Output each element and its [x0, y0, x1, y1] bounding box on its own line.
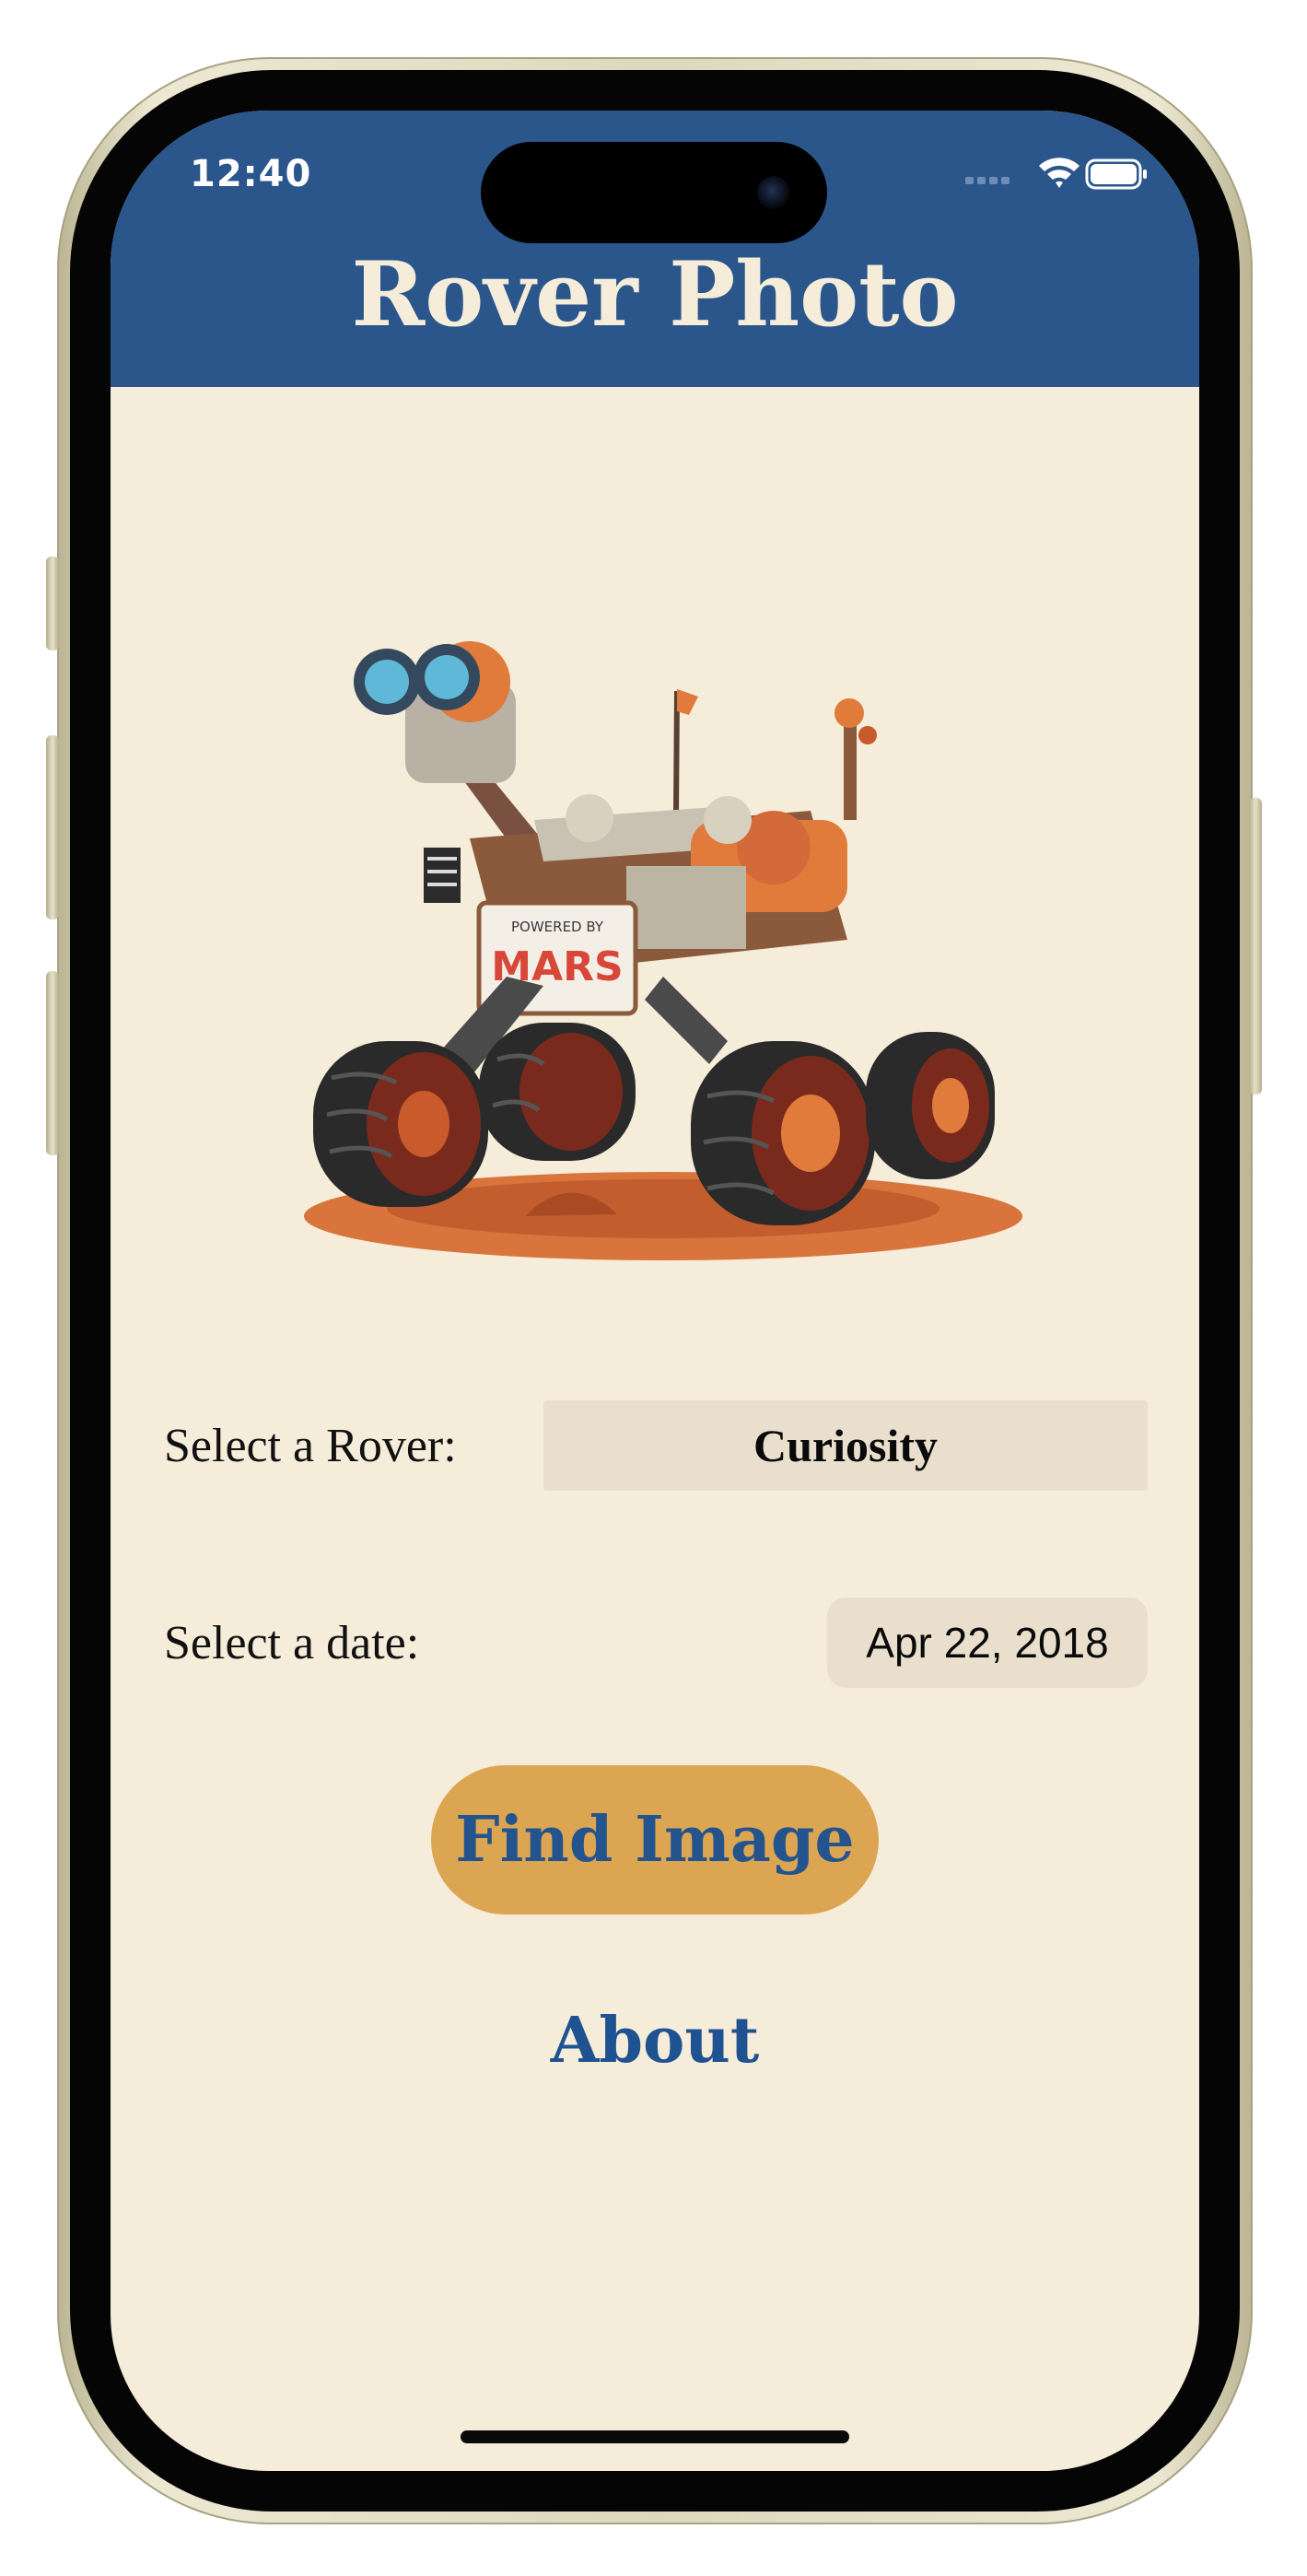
- rover-illustration: POWERED BY MARS: [304, 641, 1022, 1260]
- battery-icon: [1085, 158, 1147, 190]
- power-button: [1249, 798, 1262, 1095]
- status-time: 12:40: [190, 153, 312, 195]
- volume-up-button: [46, 735, 59, 919]
- dynamic-island: [481, 142, 827, 243]
- title-bar: 12:40 Rover Photo: [111, 111, 1199, 387]
- signal-icon: [965, 177, 1009, 184]
- app-screen: 12:40 Rover Photo POWERED BY MARS Select…: [111, 111, 1199, 2471]
- wheel-mid-left: [479, 1023, 636, 1161]
- about-link[interactable]: About: [111, 1999, 1199, 2082]
- wheel-front-right: [691, 1041, 875, 1225]
- home-indicator[interactable]: [461, 2430, 849, 2443]
- find-image-button[interactable]: Find Image: [431, 1765, 879, 1914]
- wheel-rear-right: [866, 1032, 995, 1179]
- front-camera-icon: [757, 176, 790, 209]
- action-button: [46, 556, 59, 650]
- status-icons: [965, 158, 1147, 190]
- date-picker-button[interactable]: Apr 22, 2018: [827, 1598, 1148, 1688]
- wheel-rear-left: [313, 1041, 488, 1207]
- date-label: Select a date:: [164, 1617, 420, 1669]
- page-title: Rover Photo: [351, 242, 959, 346]
- wifi-icon: [1039, 158, 1079, 188]
- badge-small-text: POWERED BY: [511, 919, 604, 935]
- rover-label: Select a Rover:: [164, 1420, 457, 1472]
- volume-down-button: [46, 971, 59, 1155]
- rover-picker[interactable]: Curiosity: [543, 1400, 1148, 1491]
